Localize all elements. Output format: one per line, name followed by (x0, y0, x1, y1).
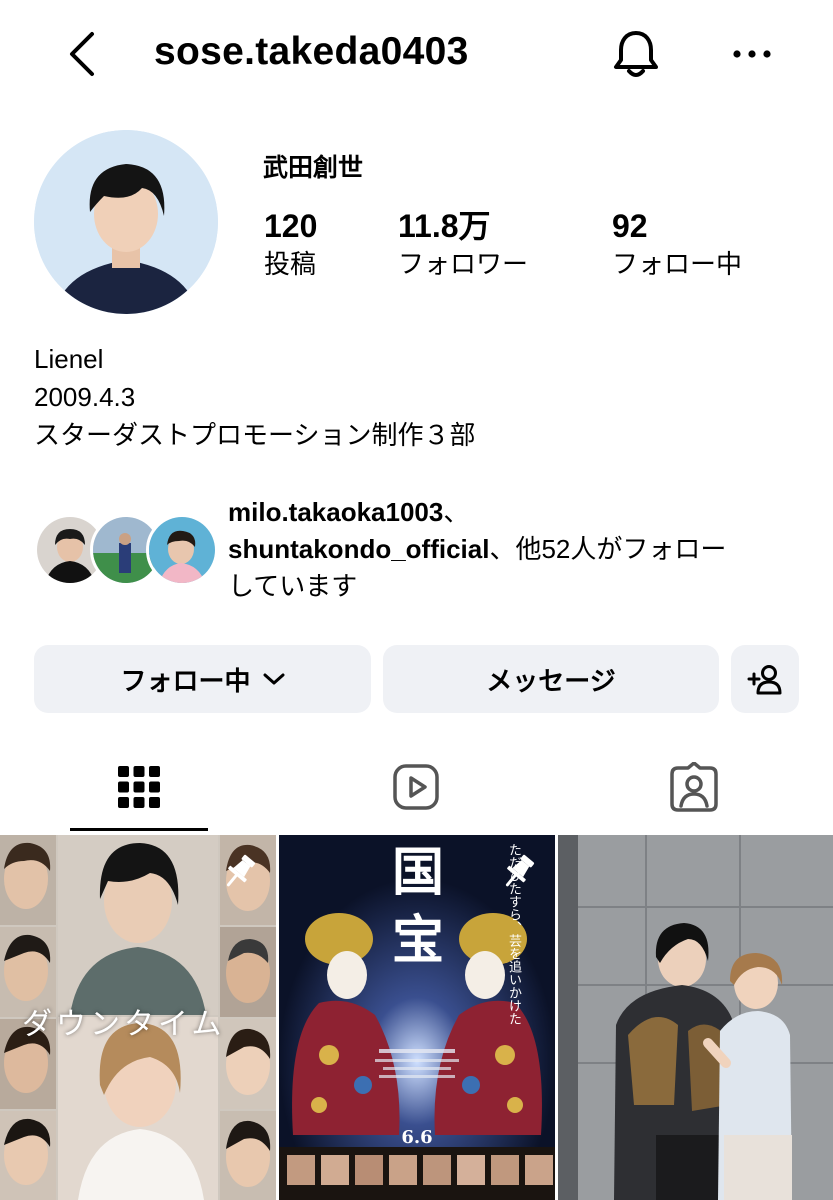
tab-tagged[interactable] (664, 757, 724, 817)
bell-icon (614, 31, 658, 77)
grid-icon (118, 766, 160, 808)
tagged-icon (670, 762, 718, 812)
posts-count: 120 (264, 208, 318, 244)
followed-by-text[interactable]: milo.takaoka1003、 shuntakondo_official、他… (228, 494, 818, 605)
profile-avatar[interactable] (34, 130, 218, 314)
notifications-button[interactable] (608, 26, 664, 82)
more-options-button[interactable] (726, 30, 778, 78)
bio-line: Lienel (34, 344, 104, 374)
followed-by-suffix: 、他52人がフォロー (489, 534, 727, 564)
following-button-label: フォロー中 (120, 665, 251, 696)
posts-grid: ダウンタイム 国宝 ただひたすら、芸を追いかけた 6.6 (0, 835, 833, 1200)
separator: 、 (443, 497, 470, 527)
active-tab-indicator (70, 828, 208, 831)
post-thumbnail[interactable]: ダウンタイム (0, 835, 276, 1200)
mutual-username[interactable]: shuntakondo_official (228, 534, 489, 564)
pin-icon (226, 854, 256, 887)
message-button-label: メッセージ (486, 665, 616, 696)
tab-posts-grid[interactable] (109, 757, 169, 817)
post-title-overlay: 国宝 (391, 842, 444, 971)
following-button[interactable]: フォロー中 (34, 645, 371, 713)
suggest-users-button[interactable] (731, 645, 799, 713)
pin-icon (505, 854, 535, 887)
followed-by-line: しています (228, 571, 358, 601)
post-date-overlay: 6.6 (401, 1127, 433, 1148)
bio-line: スターダストプロモーション制作３部 (34, 420, 476, 450)
followers-count: 11.8万 (398, 208, 491, 244)
profile-tabs (0, 745, 833, 835)
avatar-image (34, 130, 218, 314)
display-name: 武田創世 (263, 154, 364, 182)
chevron-left-icon (70, 32, 94, 76)
posts-stat[interactable]: 120 投稿 (264, 208, 317, 282)
page-title: sose.takeda0403 (154, 30, 469, 73)
following-stat[interactable]: 92 フォロー中 (612, 208, 742, 282)
mutual-avatar (146, 514, 218, 586)
reels-icon (393, 764, 439, 810)
following-label: フォロー中 (612, 249, 743, 279)
posts-label: 投稿 (264, 249, 317, 279)
mutual-followers-avatars[interactable] (34, 514, 218, 588)
tab-reels[interactable] (386, 757, 446, 817)
profile-header: sose.takeda0403 (0, 0, 833, 110)
profile-bio: Lienel 2009.4.3 スターダストプロモーション制作３部 (34, 340, 475, 454)
bio-line: 2009.4.3 (34, 382, 136, 412)
following-count: 92 (612, 208, 648, 244)
chevron-down-icon (263, 672, 285, 686)
post-caption-overlay: ダウンタイム (22, 1007, 226, 1042)
mutual-username[interactable]: milo.takaoka1003 (228, 497, 443, 527)
more-horizontal-icon (733, 50, 771, 58)
post-thumbnail[interactable] (558, 835, 833, 1200)
post-image (558, 835, 833, 1200)
back-button[interactable] (58, 28, 106, 80)
add-user-icon (747, 665, 782, 695)
followers-stat[interactable]: 11.8万 フォロワー (398, 208, 528, 282)
post-thumbnail[interactable]: 国宝 ただひたすら、芸を追いかけた 6.6 (279, 835, 555, 1200)
followers-label: フォロワー (398, 249, 529, 279)
message-button[interactable]: メッセージ (383, 645, 719, 713)
